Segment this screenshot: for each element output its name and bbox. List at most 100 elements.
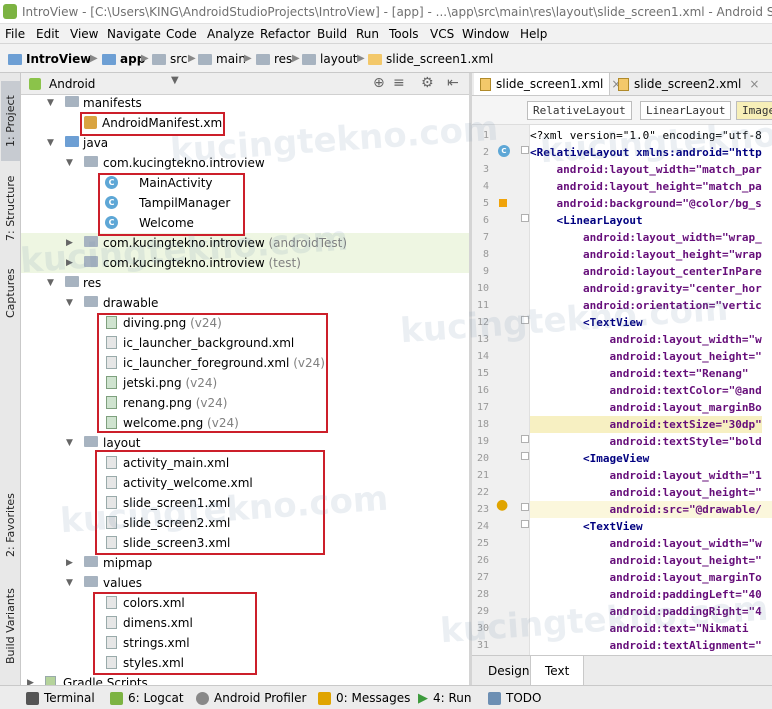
menu-refactor[interactable]: Refactor bbox=[260, 24, 310, 43]
breadcrumb-imageview[interactable]: ImageView bbox=[736, 101, 772, 120]
tab-slide-screen2[interactable]: slide_screen2.xml × bbox=[612, 73, 772, 95]
breadcrumb-relativelayout[interactable]: RelativeLayout bbox=[527, 101, 632, 120]
logcat-button[interactable]: 6: Logcat bbox=[110, 686, 184, 709]
chevron-down-icon[interactable]: ▼ bbox=[47, 273, 54, 293]
menu-help[interactable]: Help bbox=[520, 24, 547, 43]
menu-bar: File Edit View Navigate Code Analyze Ref… bbox=[0, 24, 772, 44]
line-number-gutter: 1 2 3 4 5 6 7 8 9 10 11 12 13 14 15 16 1… bbox=[472, 125, 530, 655]
fold-icon[interactable] bbox=[521, 520, 529, 528]
menu-view[interactable]: View bbox=[70, 24, 98, 43]
close-icon[interactable]: × bbox=[749, 77, 759, 91]
fold-icon[interactable] bbox=[521, 452, 529, 460]
image-file-icon bbox=[106, 416, 117, 429]
chevron-down-icon[interactable]: ▼ bbox=[66, 433, 73, 453]
folder-icon bbox=[84, 436, 98, 447]
chevron-down-icon[interactable]: ▼ bbox=[66, 293, 73, 313]
folder-icon bbox=[65, 136, 79, 147]
code-line: android:text="Renang" bbox=[530, 367, 749, 380]
code-line: android:layout_marginBo bbox=[530, 401, 762, 414]
crumb-project[interactable]: IntroView bbox=[8, 45, 91, 72]
fold-icon[interactable] bbox=[521, 146, 529, 154]
code-editor[interactable]: <?xml version="1.0" encoding="utf-8 <Rel… bbox=[530, 125, 772, 655]
tab-slide-screen1[interactable]: slide_screen1.xml × bbox=[474, 73, 621, 95]
code-line: android:layout_centerInPare bbox=[530, 265, 762, 278]
chevron-down-icon[interactable]: ▼ bbox=[66, 573, 73, 593]
chevron-right-icon: ▶ bbox=[292, 53, 300, 64]
folder-icon bbox=[102, 54, 116, 65]
lightbulb-icon[interactable]: ● bbox=[496, 497, 508, 513]
run-button[interactable]: ▶ 4: Run bbox=[418, 686, 472, 709]
fold-icon[interactable] bbox=[521, 316, 529, 324]
fold-icon[interactable] bbox=[521, 214, 529, 222]
tab-project[interactable]: 1: Project bbox=[1, 81, 20, 161]
image-file-icon bbox=[106, 316, 117, 329]
tab-captures[interactable]: Captures bbox=[1, 263, 20, 323]
folder-icon bbox=[84, 576, 98, 587]
crumb-file[interactable]: slide_screen1.xml bbox=[368, 45, 493, 72]
todo-button[interactable]: TODO bbox=[488, 686, 541, 709]
code-line: android:layout_height=" bbox=[530, 554, 762, 567]
menu-navigate[interactable]: Navigate bbox=[107, 24, 161, 43]
profiler-icon bbox=[196, 692, 209, 705]
menu-window[interactable]: Window bbox=[462, 24, 509, 43]
fold-icon[interactable] bbox=[521, 435, 529, 443]
class-icon: C bbox=[105, 216, 118, 229]
fold-icon[interactable] bbox=[521, 503, 529, 511]
code-line: android:layout_width="match_par bbox=[530, 163, 762, 176]
chevron-down-icon[interactable]: ▼ bbox=[66, 153, 73, 173]
folder-icon bbox=[302, 54, 316, 65]
tab-text[interactable]: Text bbox=[530, 656, 585, 686]
editor-tabs: slide_screen1.xml × slide_screen2.xml × bbox=[472, 73, 772, 96]
gear-icon[interactable]: ⚙ bbox=[421, 75, 434, 91]
chevron-right-icon[interactable]: ▶ bbox=[66, 233, 73, 253]
messages-button[interactable]: 0: Messages bbox=[318, 686, 410, 709]
tab-build-variants[interactable]: Build Variants bbox=[1, 581, 20, 671]
crumb-src[interactable]: src bbox=[152, 45, 188, 72]
terminal-button[interactable]: Terminal bbox=[26, 686, 95, 709]
menu-edit[interactable]: Edit bbox=[36, 24, 59, 43]
class-icon[interactable]: C bbox=[498, 145, 510, 157]
menu-analyze[interactable]: Analyze bbox=[207, 24, 254, 43]
chevron-right-icon[interactable]: ▶ bbox=[66, 253, 73, 273]
collapse-icon[interactable]: ≡ bbox=[393, 75, 405, 91]
code-line: android:textAlignment=" bbox=[530, 639, 762, 652]
chevron-down-icon[interactable]: ▼ bbox=[47, 133, 54, 153]
xml-file-icon bbox=[106, 476, 117, 489]
view-mode-select[interactable]: Android bbox=[49, 73, 95, 95]
xml-file-icon bbox=[618, 78, 629, 91]
breadcrumb-linearlayout[interactable]: LinearLayout bbox=[640, 101, 732, 120]
android-icon bbox=[110, 692, 123, 705]
messages-icon bbox=[318, 692, 331, 705]
menu-tools[interactable]: Tools bbox=[389, 24, 419, 43]
sync-icon[interactable]: ⊕ bbox=[373, 75, 385, 91]
menu-vcs[interactable]: VCS bbox=[430, 24, 454, 43]
crumb-app[interactable]: app bbox=[102, 45, 145, 72]
tab-structure[interactable]: 7: Structure bbox=[1, 173, 20, 243]
hide-icon[interactable]: ⇤ bbox=[447, 75, 459, 91]
chevron-down-icon[interactable]: ▼ bbox=[47, 95, 54, 113]
folder-icon bbox=[256, 54, 270, 65]
tab-favorites[interactable]: 2: Favorites bbox=[1, 485, 20, 565]
code-line: android:textSize="30dp" bbox=[530, 416, 762, 433]
crumb-layout[interactable]: layout bbox=[302, 45, 357, 72]
code-line: android:paddingLeft="40 bbox=[530, 588, 762, 601]
image-file-icon bbox=[106, 396, 117, 409]
crumb-main[interactable]: main bbox=[198, 45, 246, 72]
xml-breadcrumb-bar: RelativeLayout LinearLayout ImageView bbox=[472, 96, 772, 125]
code-line: <TextView bbox=[530, 316, 643, 329]
profiler-button[interactable]: Android Profiler bbox=[196, 686, 306, 709]
menu-build[interactable]: Build bbox=[317, 24, 347, 43]
code-line: android:orientation="vertic bbox=[530, 299, 762, 312]
chevron-right-icon[interactable]: ▶ bbox=[27, 673, 34, 685]
chevron-down-icon[interactable]: ▼ bbox=[171, 75, 179, 86]
class-icon: C bbox=[105, 196, 118, 209]
menu-code[interactable]: Code bbox=[166, 24, 197, 43]
code-line: android:gravity="center_hor bbox=[530, 282, 762, 295]
menu-file[interactable]: File bbox=[5, 24, 25, 43]
color-swatch-icon[interactable] bbox=[499, 199, 507, 207]
crumb-res[interactable]: res bbox=[256, 45, 292, 72]
menu-run[interactable]: Run bbox=[356, 24, 379, 43]
class-icon: C bbox=[105, 176, 118, 189]
chevron-right-icon[interactable]: ▶ bbox=[66, 553, 73, 573]
code-line: android:paddingRight="4 bbox=[530, 605, 762, 618]
